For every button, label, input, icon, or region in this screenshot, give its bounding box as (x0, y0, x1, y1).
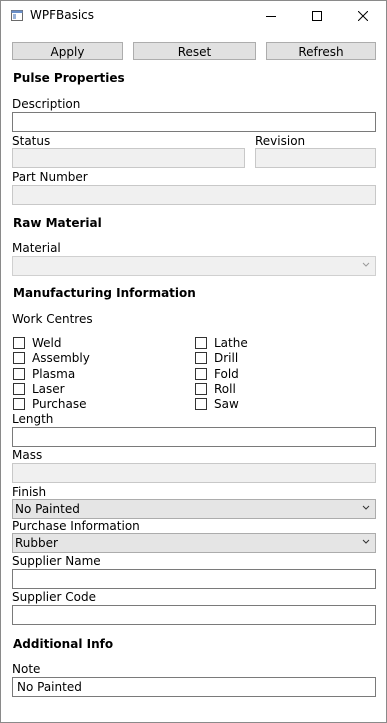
purchase-information-select[interactable]: Rubber (12, 533, 376, 553)
maximize-icon (312, 11, 322, 21)
supplier-code-field[interactable] (12, 605, 376, 625)
checkbox-label: Roll (214, 381, 236, 396)
length-label: Length (12, 412, 54, 426)
refresh-button[interactable]: Refresh (266, 42, 376, 60)
mass-field[interactable] (12, 463, 376, 483)
checkbox-label: Laser (32, 381, 65, 396)
finish-select-value: No Painted (15, 502, 80, 516)
checkbox-label: Assembly (32, 350, 90, 365)
checkbox-drill[interactable]: Drill (195, 350, 238, 365)
minimize-icon (266, 16, 276, 17)
app-window-icon (11, 10, 23, 21)
revision-field[interactable] (255, 148, 376, 168)
checkbox-box (13, 336, 25, 349)
note-field[interactable]: No Painted (12, 677, 376, 697)
checkbox-box (195, 397, 207, 410)
checkbox-box (195, 336, 207, 349)
checkbox-roll[interactable]: Roll (195, 381, 236, 396)
pulse-properties-header: Pulse Properties (13, 71, 125, 85)
raw-material-header: Raw Material (13, 216, 102, 230)
purchase-information-label: Purchase Information (12, 519, 140, 533)
main-window: WPFBasics Apply Reset Refresh Pulse Prop… (0, 0, 387, 723)
part-number-field[interactable] (12, 185, 376, 205)
title-bar: WPFBasics (1, 1, 386, 31)
chevron-down-icon (362, 539, 370, 544)
minimize-button[interactable] (248, 1, 294, 31)
revision-label: Revision (255, 134, 306, 148)
checkbox-plasma[interactable]: Plasma (13, 366, 75, 381)
description-field[interactable] (12, 112, 376, 132)
checkbox-weld[interactable]: Weld (13, 335, 62, 350)
material-label: Material (12, 241, 61, 255)
checkbox-box (195, 351, 207, 364)
checkbox-box (195, 382, 207, 395)
apply-button[interactable]: Apply (12, 42, 123, 60)
checkbox-lathe[interactable]: Lathe (195, 335, 248, 350)
checkbox-saw[interactable]: Saw (195, 396, 239, 411)
checkbox-label: Lathe (214, 335, 248, 350)
checkbox-label: Fold (214, 366, 239, 381)
status-label: Status (12, 134, 51, 148)
checkbox-box (13, 367, 25, 380)
checkbox-fold[interactable]: Fold (195, 366, 239, 381)
status-field[interactable] (12, 148, 245, 168)
material-select[interactable] (12, 256, 376, 276)
checkbox-laser[interactable]: Laser (13, 381, 65, 396)
checkbox-box (13, 397, 25, 410)
checkbox-box (13, 382, 25, 395)
chevron-down-icon (362, 262, 370, 267)
part-number-label: Part Number (12, 170, 88, 184)
work-centres-label: Work Centres (12, 312, 93, 326)
supplier-name-field[interactable] (12, 569, 376, 589)
mass-label: Mass (12, 448, 43, 462)
manufacturing-header: Manufacturing Information (13, 286, 196, 300)
purchase-select-value: Rubber (15, 536, 58, 550)
supplier-code-label: Supplier Code (12, 590, 96, 604)
reset-button[interactable]: Reset (133, 42, 256, 60)
checkbox-assembly[interactable]: Assembly (13, 350, 90, 365)
finish-select[interactable]: No Painted (12, 499, 376, 519)
checkbox-box (13, 351, 25, 364)
window-title: WPFBasics (30, 8, 95, 22)
checkbox-label: Purchase (32, 396, 87, 411)
close-icon (358, 11, 368, 21)
checkbox-label: Saw (214, 396, 239, 411)
maximize-button[interactable] (294, 1, 340, 31)
additional-info-header: Additional Info (13, 637, 114, 651)
description-label: Description (12, 97, 81, 111)
checkbox-label: Drill (214, 350, 239, 365)
supplier-name-label: Supplier Name (12, 554, 101, 568)
checkbox-purchase[interactable]: Purchase (13, 396, 87, 411)
checkbox-box (195, 367, 207, 380)
checkbox-label: Plasma (32, 366, 76, 381)
checkbox-label: Weld (32, 335, 62, 350)
finish-label: Finish (12, 485, 47, 499)
length-field[interactable] (12, 427, 376, 447)
note-label: Note (12, 662, 41, 676)
chevron-down-icon (362, 505, 370, 510)
close-button[interactable] (340, 1, 386, 31)
